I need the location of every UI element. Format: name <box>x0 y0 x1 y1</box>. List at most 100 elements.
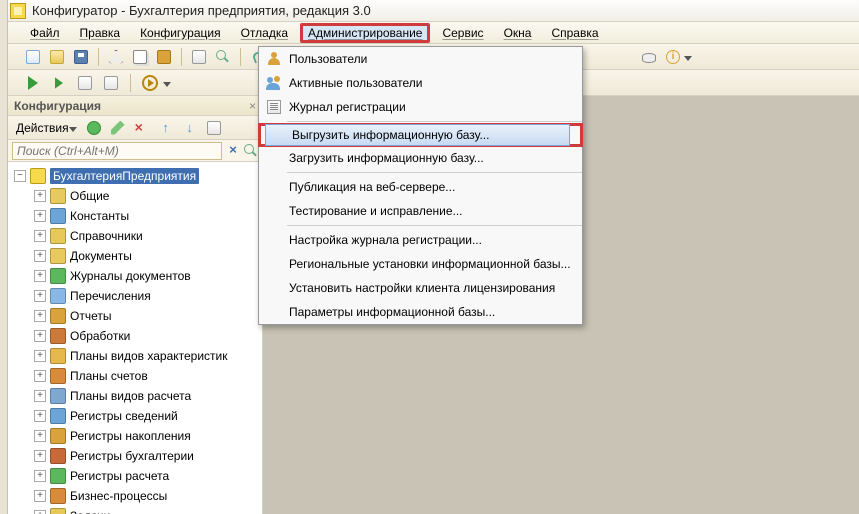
expand-icon[interactable] <box>34 410 46 422</box>
menu-separator <box>287 225 582 226</box>
menu-windows[interactable]: Окна <box>496 23 540 43</box>
up-button[interactable]: ↑ <box>155 117 177 139</box>
expand-icon[interactable] <box>34 370 46 382</box>
sort-icon <box>207 121 221 135</box>
menu-journal-settings[interactable]: Настройка журнала регистрации... <box>259 228 582 252</box>
run-button[interactable] <box>22 72 44 94</box>
tree-item-label: Константы <box>70 209 129 223</box>
menu-help[interactable]: Справка <box>543 23 606 43</box>
expand-icon[interactable] <box>34 430 46 442</box>
tree-item[interactable]: Справочники <box>8 226 262 246</box>
tree-item-label: Задачи <box>70 509 110 514</box>
down-button[interactable]: ↓ <box>179 117 201 139</box>
play-icon <box>26 76 40 90</box>
tree-item[interactable]: Общие <box>8 186 262 206</box>
menu-admin[interactable]: Администрирование <box>300 23 430 43</box>
tree-item[interactable]: Планы видов расчета <box>8 386 262 406</box>
search-icon[interactable] <box>244 144 258 158</box>
expand-icon[interactable] <box>34 490 46 502</box>
menu-license[interactable]: Установить настройки клиента лицензирова… <box>259 276 582 300</box>
tree-item[interactable]: Константы <box>8 206 262 226</box>
expand-icon[interactable] <box>34 310 46 322</box>
menu-load-db[interactable]: Загрузить информационную базу... <box>259 146 582 170</box>
expand-icon[interactable] <box>34 250 46 262</box>
pencil-icon <box>111 121 125 135</box>
expand-icon[interactable] <box>34 190 46 202</box>
tree-item-label: Справочники <box>70 229 143 243</box>
delete-button[interactable]: × <box>131 117 153 139</box>
toolbar-btn[interactable] <box>100 72 122 94</box>
add-button[interactable] <box>83 117 105 139</box>
tree-item[interactable]: Задачи <box>8 506 262 514</box>
tree-root[interactable]: БухгалтерияПредприятия <box>8 166 262 186</box>
expand-icon[interactable] <box>34 510 46 514</box>
menu-publish[interactable]: Публикация на веб-сервере... <box>259 175 582 199</box>
expand-icon[interactable] <box>34 210 46 222</box>
compare-button[interactable] <box>188 46 210 68</box>
tree-item[interactable]: Документы <box>8 246 262 266</box>
expand-icon[interactable] <box>34 390 46 402</box>
menu-params[interactable]: Параметры информационной базы... <box>259 300 582 324</box>
run-debug-button[interactable] <box>139 72 161 94</box>
chevron-down-icon[interactable] <box>684 53 692 61</box>
tree-item[interactable]: Журналы документов <box>8 266 262 286</box>
save-button[interactable] <box>70 46 92 68</box>
expand-icon[interactable] <box>34 470 46 482</box>
clear-search-button[interactable]: × <box>226 144 240 158</box>
run2-button[interactable] <box>48 72 70 94</box>
tree-root-label: БухгалтерияПредприятия <box>50 168 199 184</box>
find-button[interactable] <box>212 46 234 68</box>
menu-test[interactable]: Тестирование и исправление... <box>259 199 582 223</box>
cut-button[interactable] <box>105 46 127 68</box>
menu-edit[interactable]: Правка <box>72 23 129 43</box>
node-icon <box>50 308 66 324</box>
tree-item[interactable]: Планы счетов <box>8 366 262 386</box>
search-input[interactable] <box>12 142 222 160</box>
tree-item[interactable]: Бизнес-процессы <box>8 486 262 506</box>
menu-active-users[interactable]: Активные пользователи <box>259 71 582 95</box>
expand-icon[interactable] <box>34 350 46 362</box>
menu-unload-db[interactable]: Выгрузить информационную базу... <box>258 123 583 147</box>
tree-item[interactable]: Обработки <box>8 326 262 346</box>
expand-icon[interactable] <box>34 270 46 282</box>
db-button[interactable] <box>638 46 660 68</box>
tree-item-label: Регистры сведений <box>70 409 178 423</box>
tree-item[interactable]: Планы видов характеристик <box>8 346 262 366</box>
menu-users[interactable]: Пользователи <box>259 47 582 71</box>
sort-button[interactable] <box>203 117 225 139</box>
expand-icon[interactable] <box>34 450 46 462</box>
debug-play-icon <box>142 75 158 91</box>
close-sidebar-button[interactable]: × <box>249 99 256 113</box>
edit-button[interactable] <box>107 117 129 139</box>
new-button[interactable] <box>22 46 44 68</box>
menu-debug[interactable]: Отладка <box>233 23 296 43</box>
menu-regional[interactable]: Региональные установки информационной ба… <box>259 252 582 276</box>
menu-item-label: Публикация на веб-сервере... <box>285 180 572 194</box>
tree-item[interactable]: Регистры сведений <box>8 406 262 426</box>
expand-icon[interactable] <box>34 230 46 242</box>
expand-icon[interactable] <box>34 330 46 342</box>
tree-item[interactable]: Регистры бухгалтерии <box>8 446 262 466</box>
collapse-icon[interactable] <box>14 170 26 182</box>
menu-file[interactable]: Файл <box>22 23 68 43</box>
menu-config[interactable]: Конфигурация <box>132 23 229 43</box>
open-button[interactable] <box>46 46 68 68</box>
tree-item[interactable]: Регистры накопления <box>8 426 262 446</box>
tree-item[interactable]: Отчеты <box>8 306 262 326</box>
node-icon <box>50 468 66 484</box>
tree-item-label: Планы видов характеристик <box>70 349 227 363</box>
toolbar-btn[interactable] <box>74 72 96 94</box>
sidebar-header: Конфигурация × <box>8 96 262 116</box>
actions-dropdown[interactable]: Действия <box>12 119 81 137</box>
copy-button[interactable] <box>129 46 151 68</box>
tree-item-label: Документы <box>70 249 132 263</box>
menu-reg-journal[interactable]: Журнал регистрации <box>259 95 582 119</box>
tree-item[interactable]: Регистры расчета <box>8 466 262 486</box>
menu-service[interactable]: Сервис <box>434 23 491 43</box>
info-button[interactable]: i <box>662 46 684 68</box>
paste-button[interactable] <box>153 46 175 68</box>
config-sidebar: Конфигурация × Действия × ↑ ↓ × <box>8 96 263 514</box>
tree-item[interactable]: Перечисления <box>8 286 262 306</box>
chevron-down-icon[interactable] <box>163 79 171 87</box>
expand-icon[interactable] <box>34 290 46 302</box>
